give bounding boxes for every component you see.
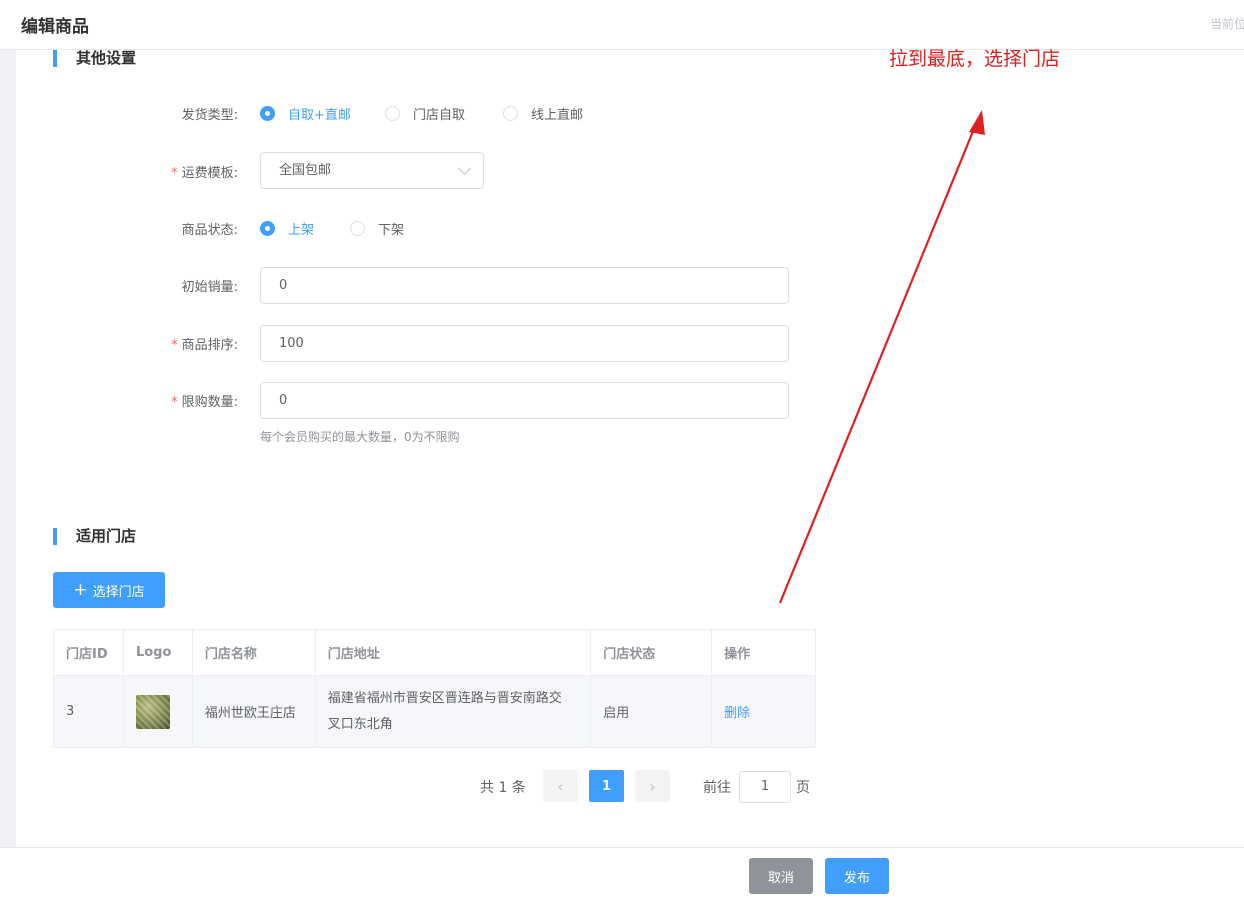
publish-button[interactable]: 发布 xyxy=(825,858,889,894)
radio-checked-icon xyxy=(260,106,275,121)
radio-status-on-shelf[interactable]: 上架 xyxy=(260,219,314,238)
table-row: 3 福州世欧王庄店 福建省福州市晋安区晋连路与晋安南路交 叉口东北角 启用 删除 xyxy=(53,675,816,748)
store-logo-cell xyxy=(122,675,193,748)
purchase-limit-label: * 限购数量: xyxy=(171,395,238,410)
product-sort-label: * 商品排序: xyxy=(171,338,238,353)
pagination-goto-label: 前往 xyxy=(703,780,731,796)
page-title: 编辑商品 xyxy=(21,17,89,37)
footer-bar xyxy=(0,847,1244,905)
freight-template-label: * 运费模板: xyxy=(171,166,238,181)
breadcrumb: 当前位置 xyxy=(1210,17,1244,31)
section-title-stores: 适用门店 xyxy=(53,528,136,545)
column-header-store-id: 门店ID xyxy=(53,629,124,676)
column-header-logo: Logo xyxy=(122,629,193,676)
store-address-cell: 福建省福州市晋安区晋连路与晋安南路交 叉口东北角 xyxy=(314,675,592,748)
plus-icon: + xyxy=(73,579,88,600)
column-header-store-status: 门店状态 xyxy=(590,629,713,676)
radio-unchecked-icon xyxy=(503,106,518,121)
radio-checked-icon xyxy=(260,221,275,236)
product-status-label: 商品状态: xyxy=(181,223,238,238)
annotation-text: 拉到最底，选择门店 xyxy=(889,48,1061,70)
pagination-goto-input[interactable]: 1 xyxy=(739,771,791,803)
column-header-store-name: 门店名称 xyxy=(191,629,316,676)
initial-sales-input[interactable]: 0 xyxy=(260,267,789,304)
freight-template-select[interactable]: 全国包邮 xyxy=(260,152,484,189)
cancel-button[interactable]: 取消 xyxy=(749,858,813,894)
chevron-left-icon: ‹ xyxy=(557,776,564,796)
initial-sales-label: 初始销量: xyxy=(181,280,238,295)
purchase-limit-hint: 每个会员购买的最大数量，0为不限购 xyxy=(260,430,460,444)
top-bar: 编辑商品 当前位置 xyxy=(0,0,1244,50)
chevron-down-icon xyxy=(458,162,471,175)
pagination-next-button[interactable]: › xyxy=(635,770,670,802)
store-logo-image xyxy=(135,694,170,729)
column-header-store-address: 门店地址 xyxy=(314,629,592,676)
pagination-total: 共 1 条 xyxy=(480,780,526,796)
radio-shipping-store-pickup[interactable]: 门店自取 xyxy=(385,104,465,123)
section-title-other-settings: 其他设置 xyxy=(53,50,136,67)
radio-shipping-online-mail[interactable]: 线上直邮 xyxy=(503,104,583,123)
store-status-cell: 启用 xyxy=(590,675,713,748)
radio-unchecked-icon xyxy=(350,221,365,236)
column-header-actions: 操作 xyxy=(711,629,816,676)
store-id-cell: 3 xyxy=(53,675,124,748)
store-name-cell: 福州世欧王庄店 xyxy=(191,675,316,748)
pagination-current-page[interactable]: 1 xyxy=(589,770,624,802)
chevron-right-icon: › xyxy=(649,776,656,796)
product-sort-input[interactable]: 100 xyxy=(260,325,789,362)
radio-unchecked-icon xyxy=(385,106,400,121)
pagination-prev-button[interactable]: ‹ xyxy=(543,770,578,802)
shipping-type-label: 发货类型: xyxy=(181,108,238,123)
left-gutter xyxy=(0,50,16,847)
purchase-limit-input[interactable]: 0 xyxy=(260,382,789,419)
table-header-row: 门店ID Logo 门店名称 门店地址 门店状态 操作 xyxy=(53,629,816,676)
pagination-page-unit: 页 xyxy=(796,780,810,796)
store-actions-cell: 删除 xyxy=(711,675,816,748)
delete-store-link[interactable]: 删除 xyxy=(724,706,750,721)
radio-shipping-pickup-and-mail[interactable]: 自取+直邮 xyxy=(260,104,351,123)
select-store-button[interactable]: + 选择门店 xyxy=(53,572,165,608)
radio-status-off-shelf[interactable]: 下架 xyxy=(350,219,404,238)
stores-table: 门店ID Logo 门店名称 门店地址 门店状态 操作 3 福州世欧王庄店 福建… xyxy=(53,629,816,748)
